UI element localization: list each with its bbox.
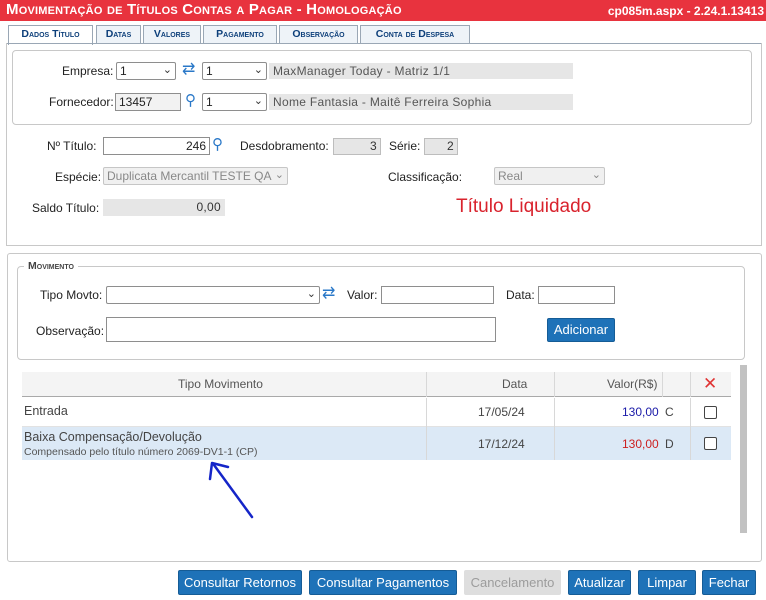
fornecedor-code-field[interactable]: 13457 (115, 93, 181, 111)
row-valor: 130,00 (622, 437, 659, 451)
titulo-status: Título Liquidado (456, 196, 592, 217)
grid-header: Tipo Movimento Data Valor(R$) ✕ (22, 372, 731, 397)
row-dc: C (665, 405, 674, 419)
tab-dados-titulo[interactable]: Dados Título (8, 25, 93, 45)
tab-pagamento[interactable]: Pagamento (203, 25, 277, 44)
fornecedor-name-field: Nome Fantasia - Maitê Ferreira Sophia (269, 94, 573, 110)
fornecedor-branch-select[interactable]: 1 ⌄ (202, 93, 267, 111)
limpar-button[interactable]: Limpar (638, 570, 696, 595)
empresa-label: Empresa: (62, 64, 114, 78)
refresh-icon[interactable]: ⇄ (322, 286, 335, 302)
table-row[interactable]: Baixa Compensação/Devolução Compensado p… (22, 427, 731, 460)
cancelamento-button: Cancelamento (464, 570, 561, 595)
col-data: Data (502, 377, 528, 391)
tab-valores[interactable]: Valores (143, 25, 201, 44)
chevron-down-icon: ⌄ (253, 95, 263, 107)
atualizar-button[interactable]: Atualizar (568, 570, 631, 595)
data-input[interactable] (538, 286, 615, 304)
saldo-titulo-label: Saldo Título: (32, 201, 100, 215)
title-bar: Movimentação de Títulos Contas a Pagar -… (0, 0, 766, 21)
desdobramento-field: 3 (333, 138, 381, 155)
empresa-branch-select[interactable]: 1 ⌄ (202, 62, 267, 80)
tipo-movto-label: Tipo Movto: (40, 288, 103, 302)
row-data: 17/05/24 (478, 405, 525, 419)
serie-field: 2 (424, 138, 458, 155)
classificacao-select: Real ⌄ (494, 167, 605, 185)
row-data: 17/12/24 (478, 437, 525, 451)
search-icon[interactable]: ⚲ (185, 93, 196, 109)
desdobramento-label: Desdobramento: (240, 139, 329, 153)
row-tipo: Entrada (24, 404, 68, 418)
classificacao-label: Classificação: (388, 170, 463, 184)
search-icon[interactable]: ⚲ (212, 137, 223, 153)
row-checkbox[interactable] (704, 437, 717, 450)
row-dc: D (665, 437, 674, 451)
data-label: Data: (506, 288, 535, 302)
page-info: cp085m.aspx - 2.24.1.13413 (607, 4, 764, 18)
movimento-legend: Movimento (24, 260, 78, 272)
empresa-code-select[interactable]: 1 ⌄ (116, 62, 176, 80)
adicionar-button[interactable]: Adicionar (547, 318, 615, 342)
table-row[interactable]: Entrada 17/05/24 130,00 C (22, 398, 731, 427)
saldo-titulo-field: 0,00 (103, 199, 225, 216)
numero-titulo-label: Nº Título: (47, 139, 97, 153)
tab-datas[interactable]: Datas (96, 25, 141, 44)
row-checkbox[interactable] (704, 406, 717, 419)
observacao-label: Observação: (36, 324, 105, 338)
close-icon[interactable]: ✕ (703, 374, 717, 394)
annotation-arrow-icon (208, 461, 254, 519)
tipo-movto-select[interactable]: ⌄ (106, 286, 320, 304)
grid-scrollbar[interactable] (740, 365, 747, 533)
empresa-name-field: MaxManager Today - Matriz 1/1 (269, 63, 573, 79)
chevron-down-icon: ⌄ (306, 288, 316, 300)
row-tipo: Baixa Compensação/Devolução (24, 430, 202, 444)
tab-observacao[interactable]: Observação (279, 25, 358, 44)
chevron-down-icon: ⌄ (591, 169, 601, 181)
especie-select: Duplicata Mercantil TESTE QA ⌄ (103, 167, 288, 185)
col-tipo-movimento: Tipo Movimento (178, 377, 263, 391)
especie-label: Espécie: (55, 170, 102, 184)
chevron-down-icon: ⌄ (274, 169, 284, 181)
numero-titulo-field[interactable]: 246 (103, 137, 210, 155)
chevron-down-icon: ⌄ (162, 64, 172, 76)
valor-label: Valor: (347, 288, 378, 302)
observacao-textarea[interactable] (106, 317, 496, 342)
refresh-icon[interactable]: ⇄ (182, 62, 195, 78)
consultar-pagamentos-button[interactable]: Consultar Pagamentos (309, 570, 457, 595)
fornecedor-label: Fornecedor: (49, 95, 114, 109)
chevron-down-icon: ⌄ (253, 64, 263, 76)
fechar-button[interactable]: Fechar (702, 570, 756, 595)
window-title: Movimentação de Títulos Contas a Pagar -… (6, 1, 402, 18)
tab-conta-de-despesa[interactable]: Conta de Despesa (360, 25, 470, 44)
consultar-retornos-button[interactable]: Consultar Retornos (178, 570, 302, 595)
serie-label: Série: (389, 139, 421, 153)
valor-input[interactable] (381, 286, 494, 304)
col-valor: Valor(R$) (607, 377, 658, 391)
row-valor: 130,00 (622, 405, 659, 419)
movimento-fieldset (17, 266, 745, 360)
